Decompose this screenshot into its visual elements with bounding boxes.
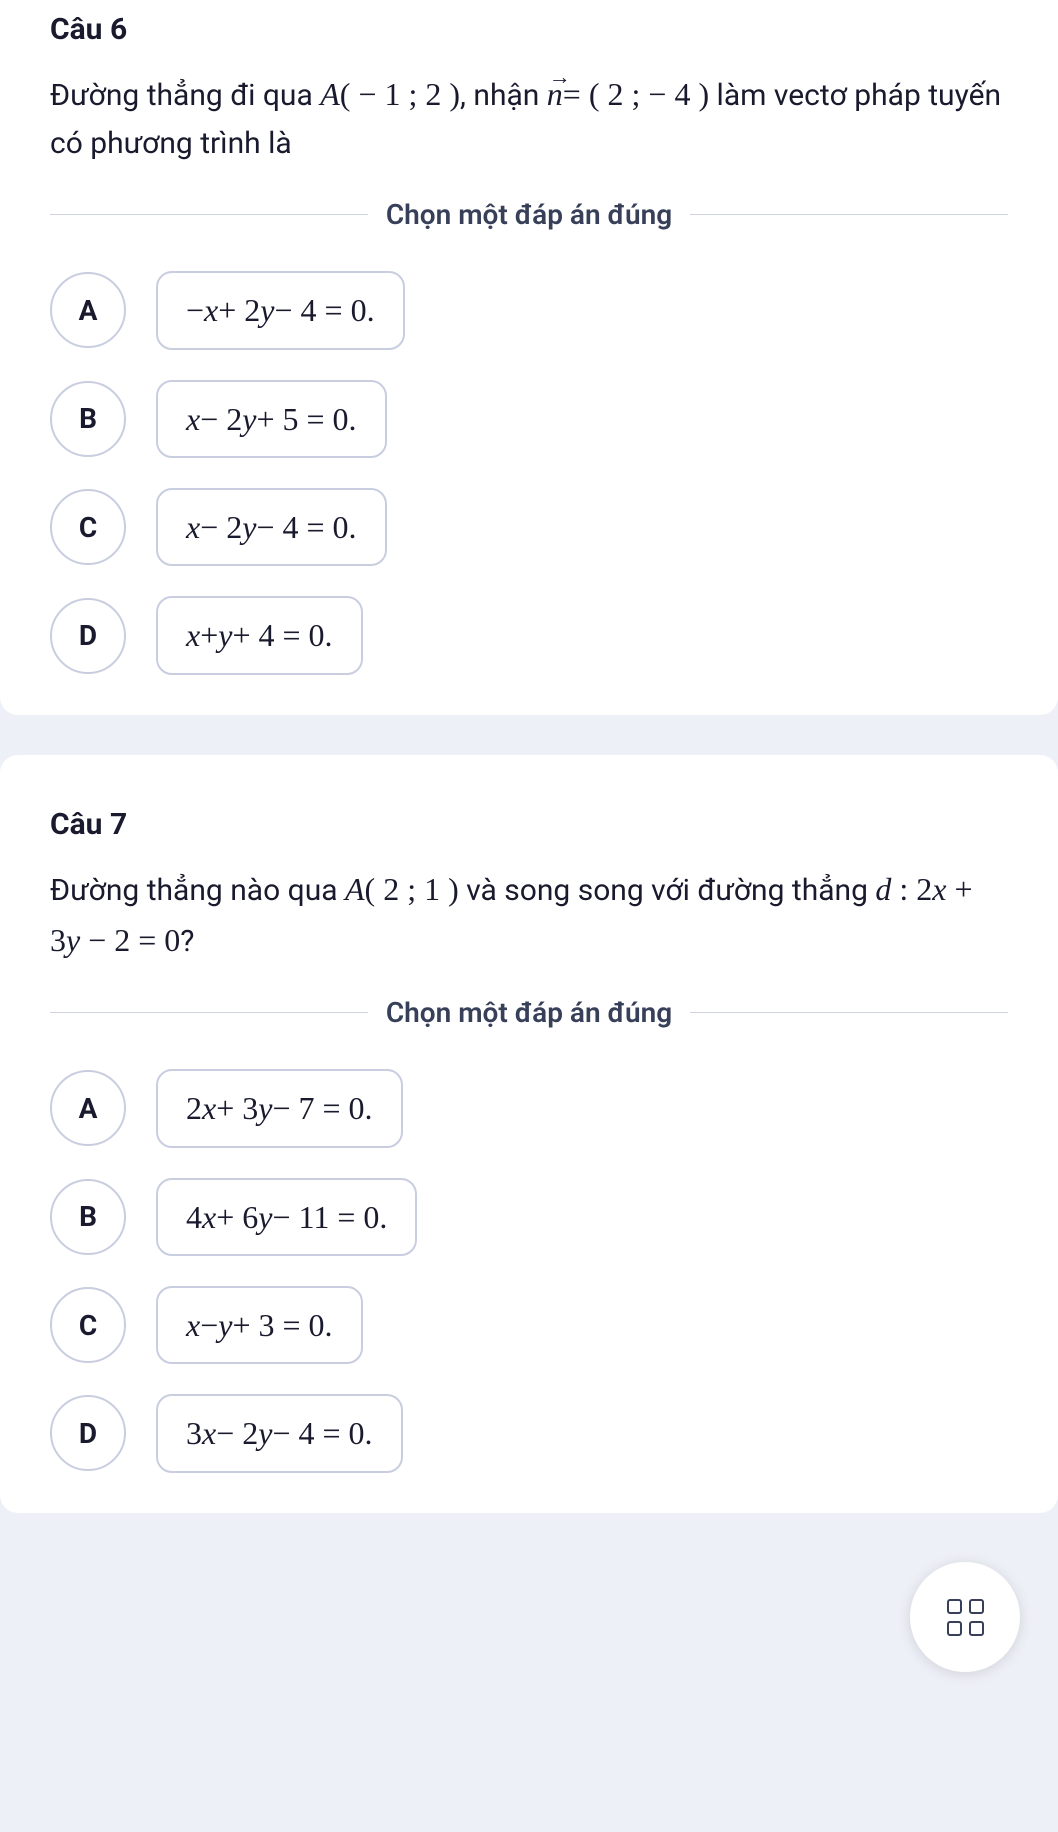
math-point: ( − 1 ; 2 ) bbox=[340, 76, 460, 112]
divider-line bbox=[690, 214, 1008, 215]
divider-line bbox=[50, 1012, 368, 1013]
options-list: A −x + 2y − 4 = 0. B x − 2y + 5 = 0. C x… bbox=[50, 271, 1008, 675]
option-letter-B[interactable]: B bbox=[50, 1179, 126, 1255]
math-point: ( 2 ; 1 ) bbox=[365, 871, 459, 907]
text-fragment: Đường thẳng nào qua bbox=[50, 873, 345, 908]
text-fragment: , nhận bbox=[460, 78, 547, 113]
option-row: C x − y + 3 = 0. bbox=[50, 1286, 1008, 1364]
option-letter-D[interactable]: D bbox=[50, 1395, 126, 1471]
option-box-C[interactable]: x − 2y − 4 = 0. bbox=[156, 488, 387, 566]
text-fragment: và song song với đường thẳng bbox=[459, 873, 876, 908]
option-letter-B[interactable]: B bbox=[50, 381, 126, 457]
divider-label: Chọn một đáp án đúng bbox=[368, 996, 690, 1029]
option-letter-A[interactable]: A bbox=[50, 272, 126, 348]
divider-line bbox=[690, 1012, 1008, 1013]
math-symbol-d: d bbox=[875, 871, 891, 907]
vector-arrow-icon: → bbox=[549, 59, 571, 94]
option-letter-D[interactable]: D bbox=[50, 598, 126, 674]
option-letter-C[interactable]: C bbox=[50, 489, 126, 565]
options-list: A 2x + 3y − 7 = 0. B 4x + 6y − 11 = 0. C… bbox=[50, 1069, 1008, 1473]
question-card-7: Câu 7 Đường thẳng nào qua A( 2 ; 1 ) và … bbox=[0, 755, 1058, 1513]
grid-icon bbox=[947, 1599, 984, 1636]
math-vector-value: = ( 2 ; − 4 ) bbox=[563, 76, 709, 112]
option-row: A 2x + 3y − 7 = 0. bbox=[50, 1069, 1008, 1147]
divider: Chọn một đáp án đúng bbox=[50, 996, 1008, 1029]
divider-label: Chọn một đáp án đúng bbox=[368, 198, 690, 231]
option-box-A[interactable]: −x + 2y − 4 = 0. bbox=[156, 271, 405, 349]
question-text: Đường thẳng nào qua A( 2 ; 1 ) và song s… bbox=[50, 864, 1008, 966]
option-letter-C[interactable]: C bbox=[50, 1287, 126, 1363]
option-row: C x − 2y − 4 = 0. bbox=[50, 488, 1008, 566]
option-box-C[interactable]: x − y + 3 = 0. bbox=[156, 1286, 363, 1364]
option-row: A −x + 2y − 4 = 0. bbox=[50, 271, 1008, 349]
text-fragment: Đường thẳng đi qua bbox=[50, 78, 320, 113]
navigation-grid-button[interactable] bbox=[910, 1562, 1020, 1672]
question-text: Đường thẳng đi qua A( − 1 ; 2 ), nhận →n… bbox=[50, 69, 1008, 168]
question-title: Câu 7 bbox=[50, 795, 1008, 842]
divider-line bbox=[50, 214, 368, 215]
option-row: D 3x − 2y − 4 = 0. bbox=[50, 1394, 1008, 1472]
math-symbol-A: A bbox=[320, 76, 340, 112]
text-fragment: ? bbox=[180, 924, 194, 959]
option-row: D x + y + 4 = 0. bbox=[50, 596, 1008, 674]
math-vector-n: →n bbox=[547, 69, 563, 120]
option-box-A[interactable]: 2x + 3y − 7 = 0. bbox=[156, 1069, 403, 1147]
option-row: B x − 2y + 5 = 0. bbox=[50, 380, 1008, 458]
question-card-6: Câu 6 Đường thẳng đi qua A( − 1 ; 2 ), n… bbox=[0, 0, 1058, 715]
question-title: Câu 6 bbox=[50, 0, 1008, 47]
option-box-D[interactable]: 3x − 2y − 4 = 0. bbox=[156, 1394, 403, 1472]
option-letter-A[interactable]: A bbox=[50, 1070, 126, 1146]
option-box-B[interactable]: x − 2y + 5 = 0. bbox=[156, 380, 387, 458]
option-row: B 4x + 6y − 11 = 0. bbox=[50, 1178, 1008, 1256]
option-box-B[interactable]: 4x + 6y − 11 = 0. bbox=[156, 1178, 417, 1256]
math-symbol-A: A bbox=[345, 871, 365, 907]
divider: Chọn một đáp án đúng bbox=[50, 198, 1008, 231]
option-box-D[interactable]: x + y + 4 = 0. bbox=[156, 596, 363, 674]
